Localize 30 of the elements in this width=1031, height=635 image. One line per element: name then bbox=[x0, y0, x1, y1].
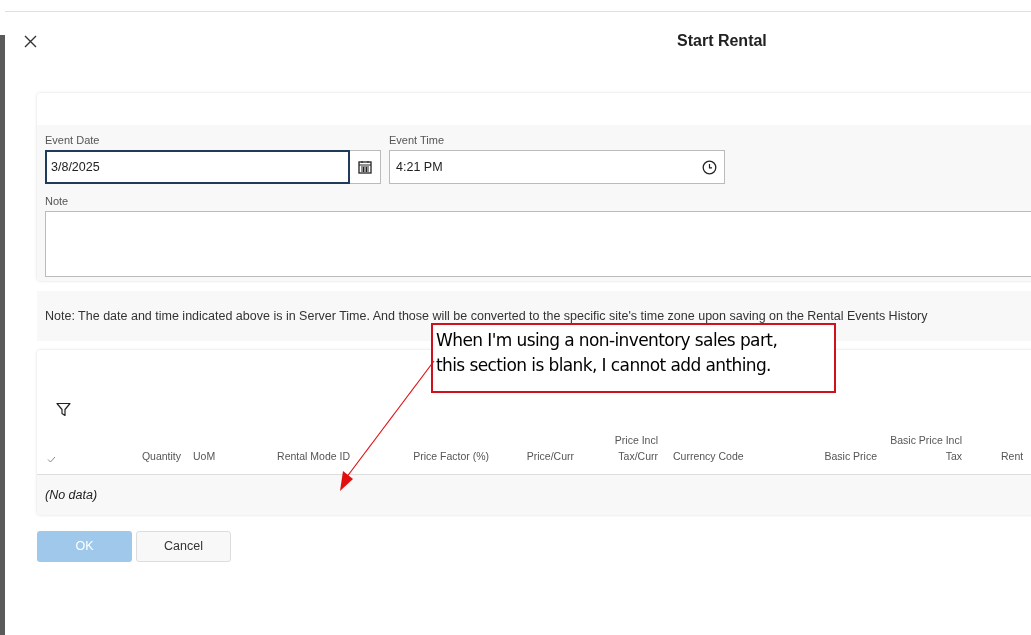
calendar-button[interactable] bbox=[350, 150, 381, 184]
empty-table-message: (No data) bbox=[45, 486, 98, 504]
column-header[interactable]: UoM bbox=[193, 448, 216, 464]
field-label: Event Date bbox=[45, 133, 101, 147]
field-label: Event Time bbox=[389, 133, 446, 147]
check-icon[interactable] bbox=[47, 456, 56, 463]
close-button[interactable] bbox=[23, 34, 37, 48]
filter-icon bbox=[55, 401, 71, 417]
column-header[interactable]: Rent bbox=[1001, 448, 1024, 464]
time-field[interactable]: 4:21 PM bbox=[389, 150, 725, 184]
column-header[interactable]: Currency Code bbox=[673, 448, 744, 464]
column-header[interactable]: Price Incl Tax/Curr bbox=[580, 432, 658, 464]
field-label: Note bbox=[45, 194, 70, 208]
note-input[interactable] bbox=[45, 211, 1031, 277]
column-header[interactable]: Price Factor (%) bbox=[413, 448, 489, 464]
cancel-button[interactable]: Cancel bbox=[136, 531, 231, 562]
column-header[interactable]: Price/Curr bbox=[526, 448, 574, 464]
column-header[interactable]: Basic Price Incl Tax bbox=[884, 432, 962, 464]
dialog-title: Start Rental bbox=[677, 31, 767, 51]
annotation-text: this section is blank, I cannot add anthing. bbox=[436, 354, 772, 377]
column-header[interactable]: Basic Price bbox=[824, 448, 877, 464]
date-input[interactable]: 3/8/2025 bbox=[45, 150, 350, 184]
column-header[interactable]: Quantity bbox=[141, 448, 181, 464]
clock-icon bbox=[702, 159, 717, 175]
calendar-icon bbox=[358, 160, 372, 174]
info-note: Note: The date and time indicated above is in Server Time. And those will be converted to the specific site's time zone upon saving on the Rental Events History bbox=[45, 307, 928, 325]
annotation-text: When I'm using a non-inventory sales part, bbox=[436, 329, 779, 352]
column-header[interactable]: Rental Mode ID bbox=[277, 448, 350, 464]
filter-button[interactable] bbox=[55, 401, 71, 417]
close-icon bbox=[23, 34, 37, 48]
